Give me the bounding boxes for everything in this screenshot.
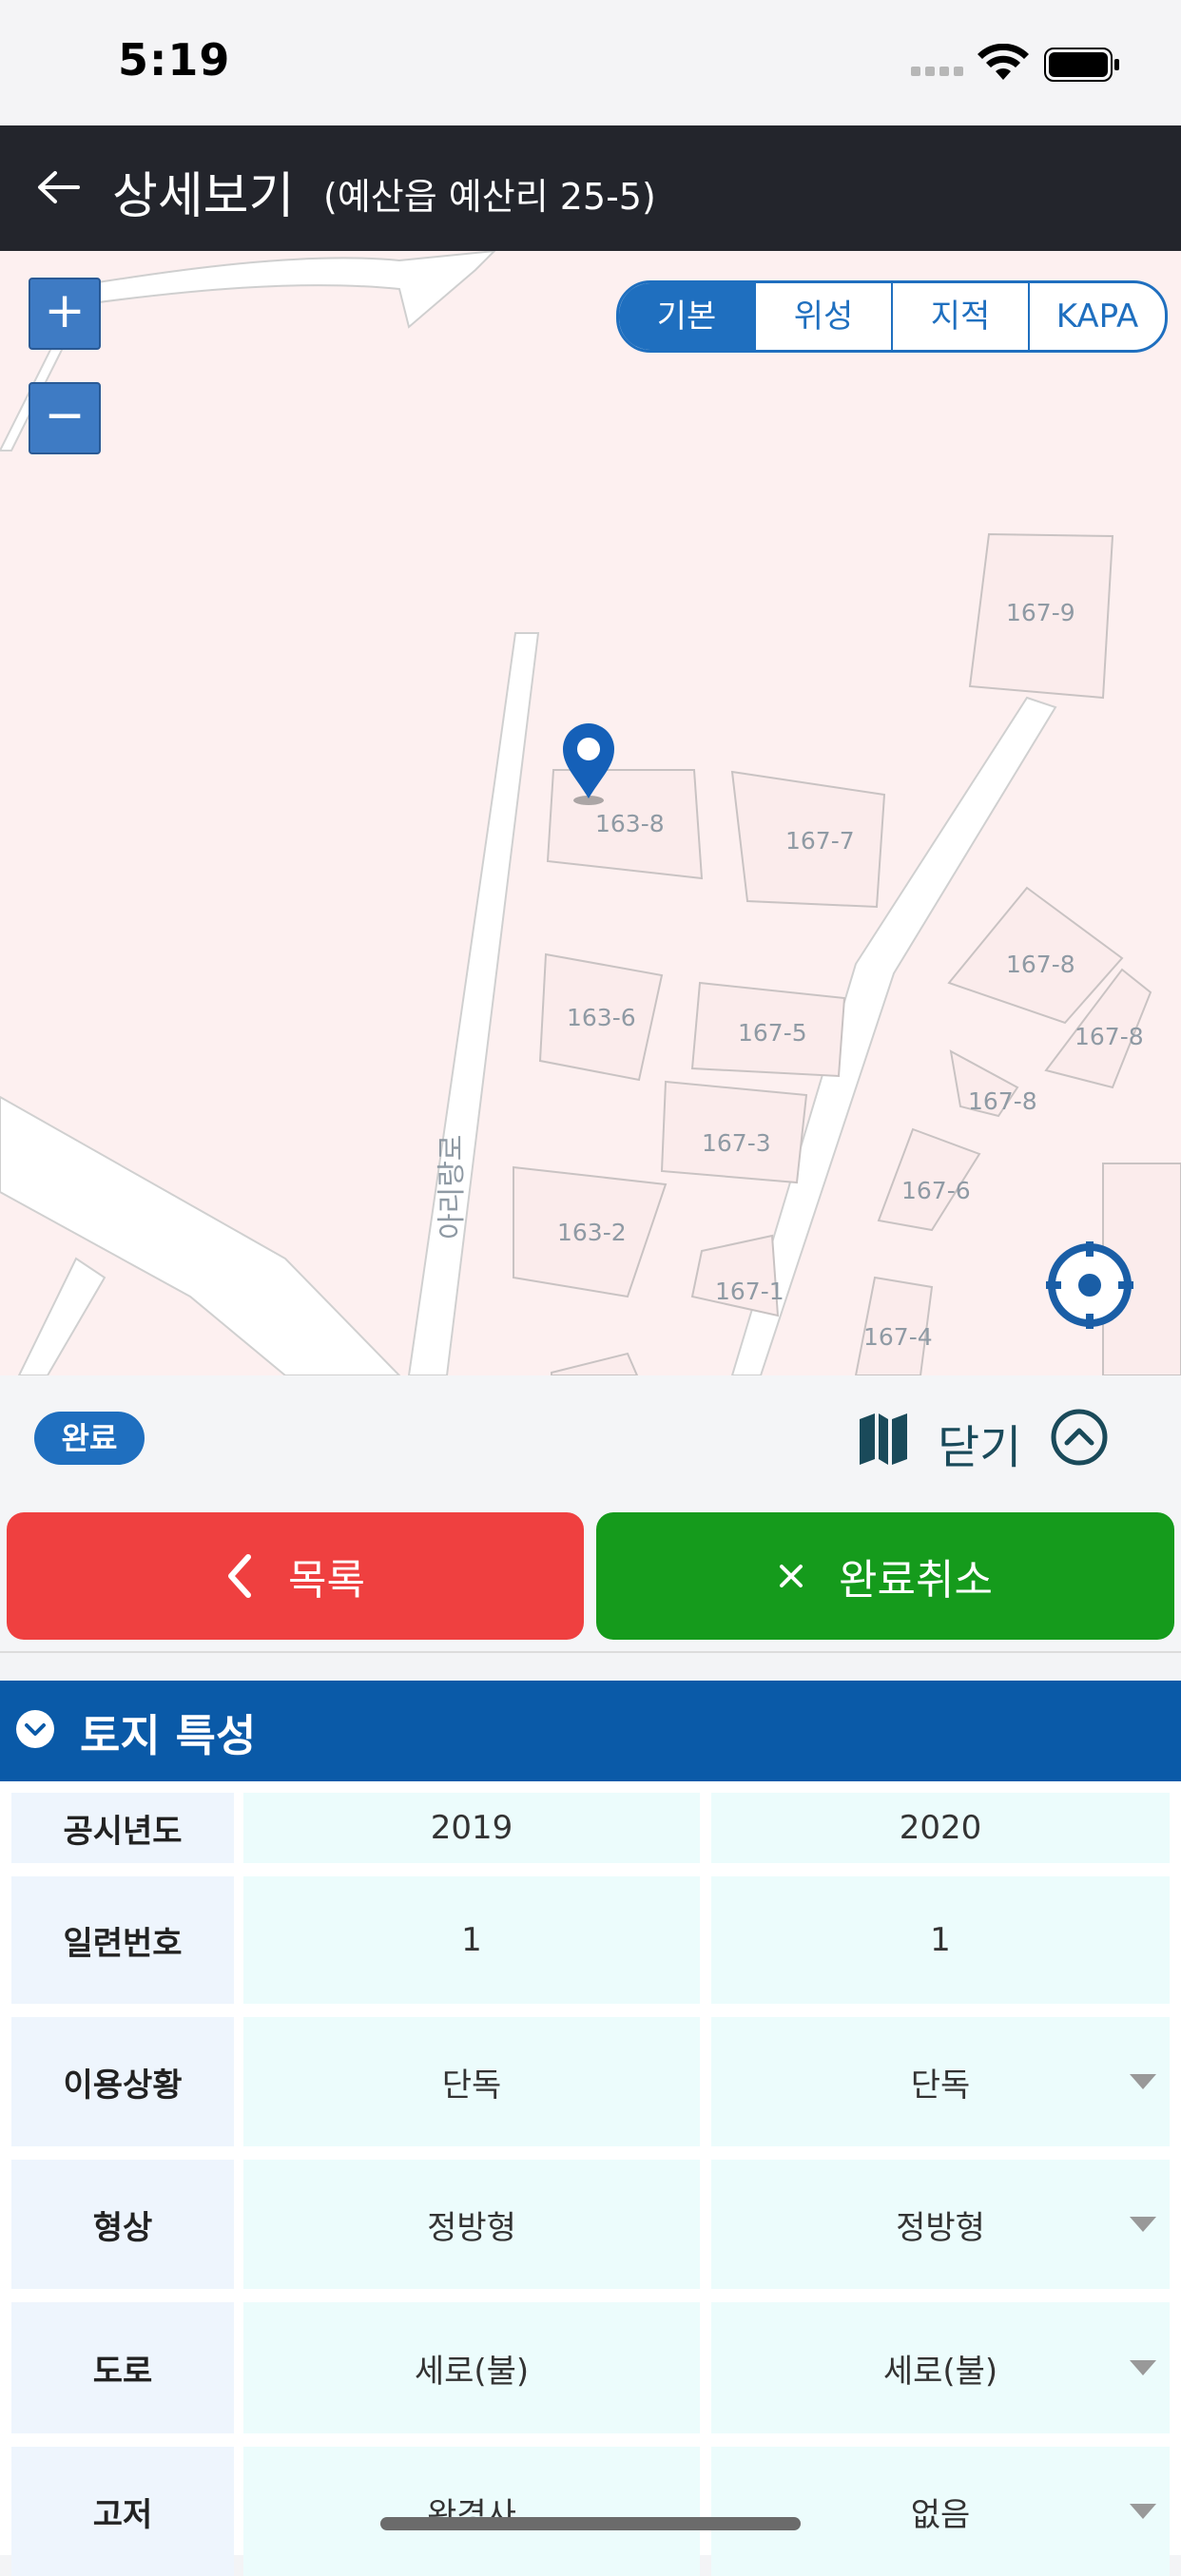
chevron-up-icon[interactable] (1050, 1408, 1109, 1467)
list-button-label: 목록 (288, 1556, 365, 1605)
row-label: 이용상황 (11, 2017, 234, 2146)
parcel-label: 167-7 (785, 827, 855, 855)
list-button[interactable]: 목록 (7, 1512, 584, 1640)
row-label: 형상 (11, 2160, 234, 2289)
dropdown-caret-icon (1130, 2504, 1156, 2519)
table-row: 형상 정방형 정방형 (0, 2160, 1181, 2289)
map-icon[interactable] (856, 1412, 911, 1467)
value-2019: 1 (243, 1876, 700, 2004)
land-characteristics-header[interactable]: 토지 특성 (0, 1681, 1181, 1781)
action-bar: 목록 완료취소 (0, 1499, 1181, 1653)
map-type-kapa[interactable]: KAPA (1028, 283, 1165, 350)
parcel-label: 167-9 (1006, 599, 1075, 626)
table-row: 고저 완경사 없음 (0, 2447, 1181, 2576)
table-row: 공시년도 2019 2020 (0, 1793, 1181, 1863)
wifi-icon (978, 44, 1029, 80)
parcel-label: 167-5 (738, 1019, 807, 1047)
parcel-label: 167-8 (1006, 951, 1075, 978)
shape-dropdown[interactable]: 정방형 (711, 2160, 1170, 2289)
my-location-icon[interactable] (1042, 1238, 1137, 1333)
row-label: 일련번호 (11, 1876, 234, 2004)
table-row: 이용상황 단독 단독 (0, 2017, 1181, 2146)
map-type-cadastral[interactable]: 지적 (891, 283, 1028, 350)
dropdown-value: 없음 (910, 2495, 971, 2534)
chevron-down-icon (16, 1710, 54, 1748)
table-row: 도로 세로(불) 세로(불) (0, 2302, 1181, 2433)
value-2019: 2019 (243, 1793, 700, 1863)
close-icon (780, 1565, 803, 1587)
dropdown-value: 세로(불) (882, 2352, 998, 2391)
value-2019: 정방형 (243, 2160, 700, 2289)
table-row: 일련번호 1 1 (0, 1876, 1181, 2004)
value-2019: 단독 (243, 2017, 700, 2146)
battery-icon (1044, 48, 1119, 82)
page-subtitle: (예산읍 예산리 25-5) (323, 176, 656, 218)
map-type-selector: 기본 위성 지적 KAPA (616, 280, 1168, 353)
parcel-label: 167-4 (863, 1323, 933, 1351)
row-label: 고저 (11, 2447, 234, 2576)
cancel-completion-label: 완료취소 (839, 1556, 993, 1605)
parcel-label: 167-1 (715, 1278, 784, 1305)
back-arrow-icon[interactable] (34, 163, 82, 211)
parcel-label: 163-2 (557, 1219, 627, 1246)
value-2019: 완경사 (243, 2447, 700, 2576)
cellular-signal-icon (911, 67, 964, 76)
chevron-left-icon (228, 1554, 252, 1598)
dropdown-value: 단독 (910, 2066, 971, 2105)
road-dropdown[interactable]: 세로(불) (711, 2302, 1170, 2433)
row-label: 공시년도 (11, 1793, 234, 1863)
map-toolbar: 완료 닫기 (0, 1375, 1181, 1501)
zoom-out-button[interactable]: − (29, 382, 101, 454)
app-header: 상세보기 (예산읍 예산리 25-5) (0, 125, 1181, 251)
elevation-dropdown[interactable]: 없음 (711, 2447, 1170, 2576)
road-label: 아리랑로 (436, 1134, 469, 1240)
value-2020: 1 (711, 1876, 1170, 2004)
value-2020: 2020 (711, 1793, 1170, 1863)
parcel-label: 167-8 (1075, 1023, 1144, 1050)
map-type-basic[interactable]: 기본 (619, 283, 754, 350)
parcel-label: 167-3 (702, 1129, 771, 1157)
dropdown-caret-icon (1130, 2074, 1156, 2089)
location-pin-icon[interactable] (559, 721, 618, 806)
dropdown-caret-icon (1130, 2217, 1156, 2232)
parcel-label: 163-8 (595, 810, 665, 837)
parcel-label: 163-6 (567, 1004, 636, 1031)
status-badge: 완료 (34, 1412, 145, 1465)
land-characteristics-table: 공시년도 2019 2020 일련번호 1 1 이용상황 단독 단독 형상 정방… (0, 1781, 1181, 2576)
dropdown-caret-icon (1130, 2360, 1156, 2375)
page-title: 상세보기 (112, 168, 295, 225)
map-type-satellite[interactable]: 위성 (754, 283, 891, 350)
value-2019: 세로(불) (243, 2302, 700, 2433)
dropdown-value: 정방형 (896, 2208, 985, 2247)
status-bar: 5:19 (0, 0, 1181, 125)
home-indicator[interactable] (380, 2517, 801, 2530)
section-title: 토지 특성 (80, 1710, 257, 1761)
parcel-label: 167-6 (901, 1177, 971, 1204)
row-label: 도로 (11, 2302, 234, 2433)
parcel-label: 167-8 (968, 1087, 1037, 1115)
usage-dropdown[interactable]: 단독 (711, 2017, 1170, 2146)
map-base-layer (0, 251, 1181, 1375)
map-view[interactable]: 167-9 163-8 167-7 167-8 167-8 167-8 163-… (0, 251, 1181, 1375)
status-time: 5:19 (118, 34, 231, 86)
close-map-button[interactable]: 닫기 (938, 1410, 1021, 1476)
zoom-in-button[interactable]: + (29, 278, 101, 350)
cancel-completion-button[interactable]: 완료취소 (596, 1512, 1174, 1640)
